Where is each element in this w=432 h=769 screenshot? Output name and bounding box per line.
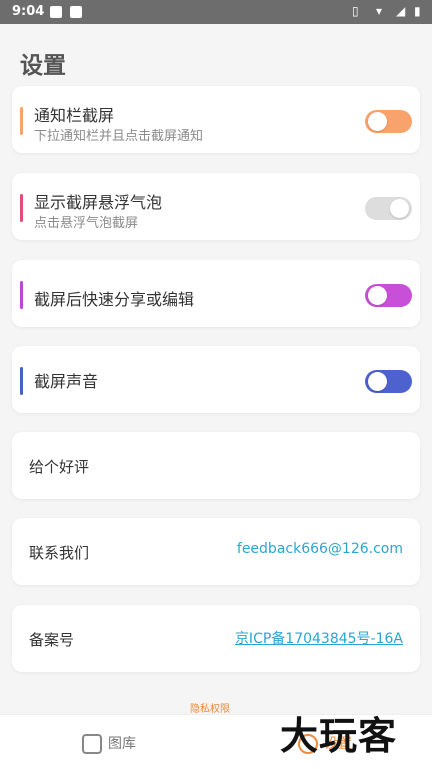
toggle-knob <box>368 286 387 305</box>
review-card[interactable]: 给个好评 <box>12 432 420 499</box>
app-icon <box>70 6 82 18</box>
setting-title: 通知栏截屏 <box>34 106 115 125</box>
notification-icon <box>50 6 62 18</box>
setting-subtitle: 点击悬浮气泡截屏 <box>34 216 139 231</box>
setting-card-bubble[interactable]: 显示截屏悬浮气泡 点击悬浮气泡截屏 <box>12 173 420 240</box>
wifi-icon: ▾ <box>376 4 383 18</box>
page-title: 设置 <box>20 53 66 79</box>
icp-link[interactable]: 京ICP备17043845号-16A <box>235 628 403 648</box>
tab-gallery[interactable]: 图库 <box>82 733 136 754</box>
contact-email-link[interactable]: feedback666@126.com <box>237 541 403 557</box>
sound-toggle[interactable] <box>365 370 412 393</box>
signal-icon: ◢ <box>396 4 406 18</box>
tab-gallery-label: 图库 <box>108 736 136 752</box>
setting-card-notification[interactable]: 通知栏截屏 下拉通知栏并且点击截屏通知 <box>12 86 420 153</box>
status-bar: 9:04 ▯ ▾ ◢ ▮ <box>0 0 432 24</box>
notification-toggle[interactable] <box>365 110 412 133</box>
privacy-link[interactable]: 隐私权限 <box>190 700 230 715</box>
accent-bar <box>20 367 23 395</box>
toggle-knob <box>368 112 387 131</box>
accent-bar <box>20 107 23 135</box>
battery-icon: ▮ <box>414 4 421 18</box>
toggle-knob <box>390 199 409 218</box>
contact-label: 联系我们 <box>29 544 90 562</box>
status-time: 9:04 <box>12 4 45 19</box>
accent-bar <box>20 281 23 309</box>
gallery-icon <box>82 734 102 754</box>
setting-card-sound[interactable]: 截屏声音 <box>12 346 420 413</box>
icp-card[interactable]: 备案号 京ICP备17043845号-16A <box>12 605 420 672</box>
setting-card-share[interactable]: 截屏后快速分享或编辑 <box>12 260 420 327</box>
setting-subtitle: 下拉通知栏并且点击截屏通知 <box>34 129 204 144</box>
share-toggle[interactable] <box>365 284 412 307</box>
setting-title: 截屏声音 <box>34 372 99 391</box>
review-label: 给个好评 <box>29 458 90 476</box>
setting-title: 显示截屏悬浮气泡 <box>34 193 163 212</box>
accent-bar <box>20 194 23 222</box>
vibrate-icon: ▯ <box>352 4 359 18</box>
toggle-knob <box>368 372 387 391</box>
icp-label: 备案号 <box>29 631 75 649</box>
bubble-toggle[interactable] <box>365 197 412 220</box>
setting-title: 截屏后快速分享或编辑 <box>34 290 195 309</box>
watermark-logo: 大玩客 <box>280 714 398 758</box>
contact-card[interactable]: 联系我们 feedback666@126.com <box>12 518 420 585</box>
